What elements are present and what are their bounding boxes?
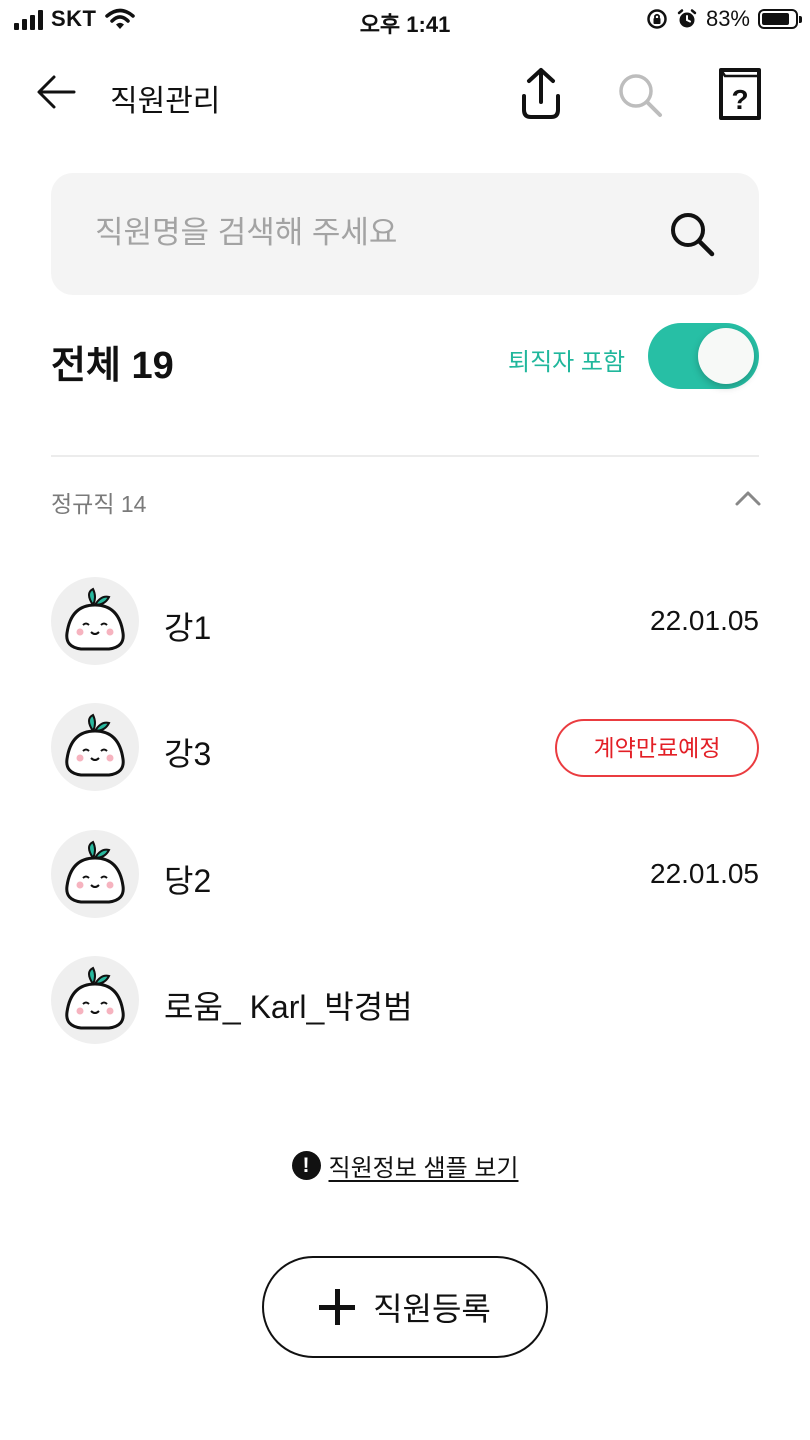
divider (51, 455, 759, 457)
employee-info-sample-link[interactable]: ! 직원정보 샘플 보기 (0, 1148, 810, 1183)
register-employee-label: 직원등록 (373, 1291, 491, 1327)
svg-text:?: ? (731, 84, 748, 115)
employee-name: 당2 (164, 863, 212, 899)
employee-management-screen: SKT 오후 1:41 83% 직원관리 ? 직원명을 검색해 주세요 전체 1… (0, 0, 810, 1440)
employee-row[interactable]: 당2 22.01.05 (51, 830, 759, 920)
employee-search-box (51, 173, 759, 295)
battery-icon (758, 9, 802, 29)
register-employee-button[interactable]: 직원등록 (262, 1256, 548, 1358)
sprout-mascot-icon (65, 840, 125, 904)
employee-row[interactable]: 강1 22.01.05 (51, 577, 759, 667)
sprout-mascot-icon (65, 713, 125, 777)
help-book-icon: ? (719, 68, 761, 120)
rotation-lock-icon (647, 9, 667, 29)
employee-start-date: 22.01.05 (650, 858, 759, 889)
search-submit-button[interactable] (667, 209, 717, 259)
share-upload-icon (522, 68, 560, 119)
status-bar-right: 83% (646, 6, 802, 32)
include-retired-label: 퇴직자 포함 (508, 349, 626, 376)
exclamation-info-icon: ! (291, 1151, 321, 1180)
search-icon (619, 74, 662, 117)
employee-row[interactable]: 강3 계약만료예정 (51, 703, 759, 793)
back-arrow-icon (37, 75, 76, 109)
chevron-up-icon (735, 491, 761, 506)
help-button[interactable]: ? (714, 66, 764, 122)
app-header: 직원관리 ? (0, 56, 810, 132)
header-search-button[interactable] (614, 66, 664, 122)
search-icon (671, 213, 715, 257)
employee-search-input[interactable] (95, 203, 635, 263)
total-count: 전체 19 (51, 345, 174, 387)
toggle-knob (698, 328, 754, 384)
sprout-mascot-icon (65, 587, 125, 651)
include-retired-toggle[interactable] (648, 323, 759, 389)
employee-name: 강1 (164, 610, 212, 646)
employee-start-date: 22.01.05 (650, 605, 759, 636)
contract-expiring-badge: 계약만료예정 (555, 719, 759, 777)
avatar (51, 703, 139, 791)
status-bar: SKT 오후 1:41 83% (0, 0, 810, 40)
alarm-icon (677, 9, 697, 28)
group-collapse-button[interactable] (732, 484, 764, 512)
page-title: 직원관리 (110, 85, 221, 118)
employee-name: 로움_ Karl_박경범 (164, 989, 413, 1025)
back-button[interactable] (34, 70, 78, 114)
employee-row[interactable]: 로움_ Karl_박경범 (51, 956, 759, 1046)
plus-icon (319, 1289, 356, 1325)
sprout-mascot-icon (65, 966, 125, 1030)
avatar (51, 577, 139, 665)
avatar (51, 830, 139, 918)
avatar (51, 956, 139, 1044)
battery-percentage: 83% (705, 6, 750, 31)
group-label-fulltime: 정규직 14 (51, 491, 147, 517)
sample-link-label: 직원정보 샘플 보기 (328, 1155, 519, 1182)
employee-name: 강3 (164, 736, 212, 772)
share-upload-button[interactable] (516, 66, 566, 122)
